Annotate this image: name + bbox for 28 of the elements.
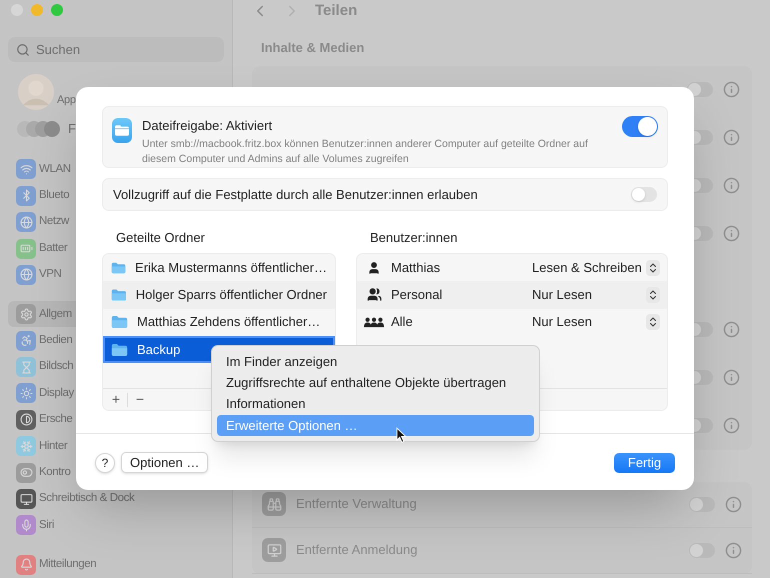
full-access-label: Vollzugriff auf die Festplatte durch alle Benutzer:innen erlauben	[113, 186, 478, 204]
row-label: Entfernte Anmeldung	[296, 541, 418, 560]
sidebar-label: Kontro	[39, 465, 70, 480]
sidebar-label: Allgem	[39, 306, 72, 322]
user-name: Alle	[391, 313, 414, 332]
sidebar-label: VPN	[39, 267, 62, 282]
service-title: Dateifreigabe: Aktiviert	[142, 117, 274, 135]
sidebar-label: Siri	[39, 518, 54, 533]
list-heading: Geteilte Ordner	[116, 230, 206, 246]
sidebar-label: Hinter	[39, 438, 68, 454]
list-heading: Benutzer:innen	[370, 230, 458, 246]
sidebar-label: Display	[39, 386, 74, 401]
sidebar-label: Mitteilungen	[39, 557, 96, 572]
sidebar-label: Batter	[39, 240, 68, 256]
sidebar-label: Blueto	[39, 188, 70, 204]
section-heading: Inhalte & Medien	[261, 39, 366, 57]
user-name: Matthias	[391, 258, 442, 277]
account-subtitle: App	[57, 93, 76, 108]
sidebar-label: Schreibtisch & Dock	[39, 491, 134, 506]
page-title: Teilen	[315, 0, 358, 21]
family-label: F	[68, 120, 76, 138]
sidebar-label: Netzw	[39, 214, 69, 230]
sidebar-label: WLAN	[39, 162, 71, 177]
sidebar-label: Bedien	[39, 333, 72, 348]
sidebar-label: Ersche	[39, 412, 72, 428]
user-name: Personal	[391, 286, 444, 304]
sidebar-label: Bildsch	[39, 359, 74, 374]
service-description: Unter smb://macbook.fritz.box können Benutzer:innen anderer Computer auf geteilte Ordner auf diesem Computer und Admins auf alle Volumes zugreifen	[142, 136, 589, 166]
